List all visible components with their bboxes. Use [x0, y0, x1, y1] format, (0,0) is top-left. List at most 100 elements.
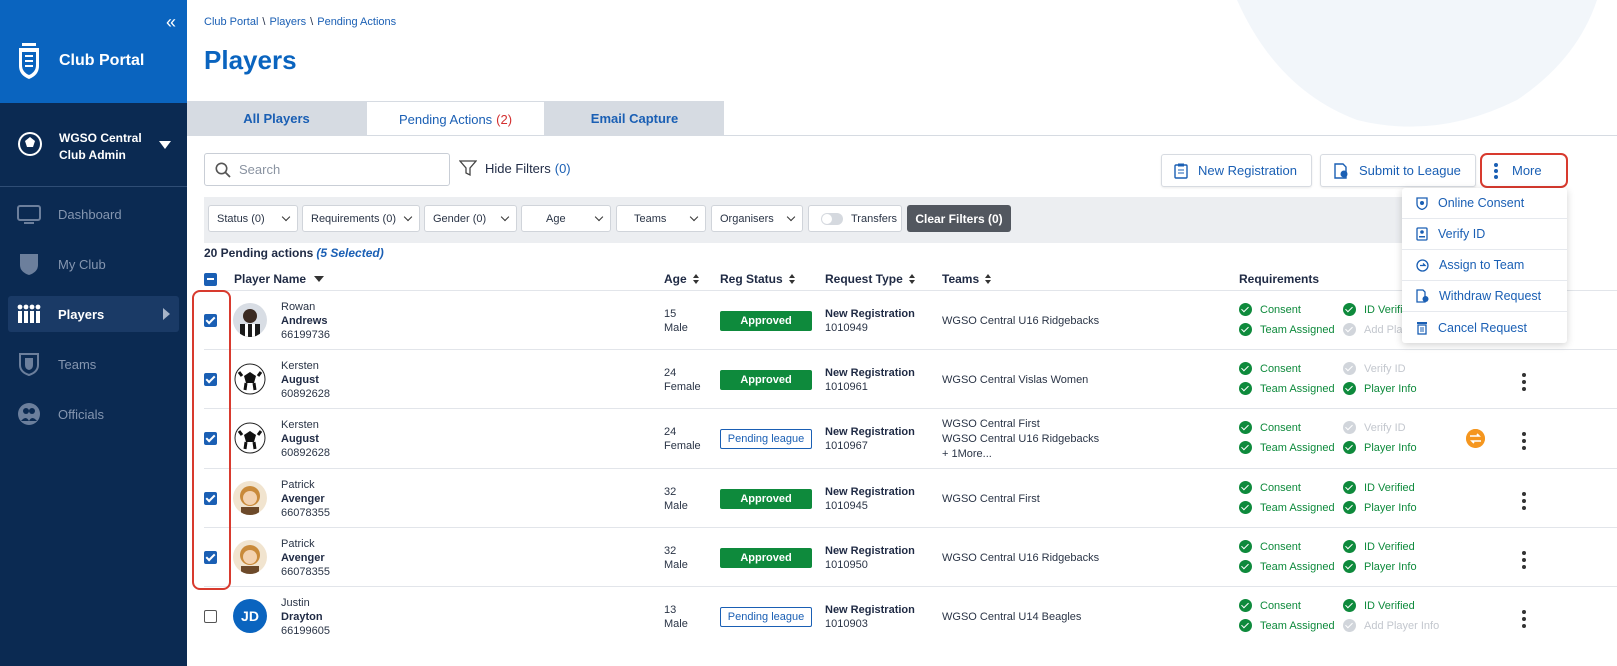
- row-actions-kebab-icon[interactable]: [1522, 549, 1526, 570]
- teams-shield-icon: [19, 353, 39, 376]
- player-id: 66199736: [281, 329, 330, 341]
- club-switcher[interactable]: WGSO Central Club Admin: [0, 103, 187, 187]
- transfers-toggle[interactable]: Transfers: [808, 205, 902, 232]
- table-row[interactable]: Patrick Avenger 66078355 32 Male Approved N…: [204, 468, 1617, 528]
- menu-item-verify-id[interactable]: Verify ID: [1402, 219, 1567, 250]
- avatar-initials: JD: [233, 599, 267, 633]
- last-name: Avenger: [281, 552, 325, 564]
- sort-icon: [985, 273, 992, 285]
- player-name[interactable]: Kersten August 60892628: [281, 418, 330, 460]
- new-registration-label: New Registration: [1198, 163, 1297, 178]
- sidebar-item-my-club[interactable]: My Club: [8, 246, 179, 282]
- tab-label: Pending Actions: [398, 111, 493, 127]
- row-actions-kebab-icon[interactable]: [1522, 490, 1526, 511]
- sidebar-item-teams[interactable]: Teams: [8, 346, 179, 382]
- toggle-switch[interactable]: [821, 212, 843, 225]
- tab-all-players[interactable]: All Players: [187, 101, 366, 136]
- check-circle-icon: [1343, 303, 1356, 316]
- search-input[interactable]: [239, 162, 429, 177]
- tab-label: All Players: [243, 111, 310, 126]
- column-request-type[interactable]: Request Type: [825, 272, 915, 286]
- requirement-label: Consent: [1260, 421, 1301, 434]
- column-teams[interactable]: Teams: [942, 272, 992, 286]
- submit-to-league-label: Submit to League: [1359, 163, 1461, 178]
- menu-item-assign-to-team[interactable]: Assign to Team: [1402, 250, 1567, 281]
- player-name[interactable]: Kersten August 60892628: [281, 359, 330, 401]
- row-actions-kebab-icon[interactable]: [1522, 608, 1526, 629]
- age-value: 32: [664, 545, 677, 557]
- menu-item-online-consent[interactable]: Online Consent: [1402, 188, 1567, 219]
- teams-cell: WGSO Central U16 Ridgebacks: [942, 314, 1099, 329]
- age-filter[interactable]: Age: [521, 205, 611, 232]
- filter-label: Teams: [634, 212, 667, 225]
- player-name[interactable]: Patrick Avenger 66078355: [281, 537, 330, 579]
- submit-to-league-button[interactable]: Submit to League: [1320, 154, 1476, 187]
- table-row[interactable]: Kersten August 60892628 24 Female Approved …: [204, 349, 1617, 409]
- menu-item-withdraw-request[interactable]: Withdraw Request: [1402, 281, 1567, 312]
- select-all-checkbox[interactable]: [204, 273, 217, 286]
- collapse-icon[interactable]: «: [166, 12, 176, 33]
- requirement-label: Verify ID: [1364, 362, 1406, 375]
- transfer-icon[interactable]: [1466, 429, 1485, 448]
- column-player-name[interactable]: Player Name: [234, 272, 325, 286]
- breadcrumb-item-pending-actions[interactable]: Pending Actions: [317, 16, 396, 28]
- player-name[interactable]: Patrick Avenger 66078355: [281, 478, 330, 520]
- teams-cell: WGSO Central U16 Ridgebacks: [942, 551, 1099, 566]
- table-row[interactable]: Patrick Avenger 66078355 32 Male Approved N…: [204, 527, 1617, 587]
- pending-count-text: 20 Pending actions: [204, 246, 314, 260]
- sidebar-item-officials[interactable]: Officials: [8, 396, 179, 432]
- teams-more-link[interactable]: + 1More...: [942, 447, 1099, 462]
- column-label: Teams: [942, 272, 980, 286]
- request-type: New Registration: [825, 367, 915, 379]
- chevron-down-icon[interactable]: [159, 141, 171, 149]
- search-box[interactable]: [204, 153, 450, 186]
- status-filter[interactable]: Status (0): [208, 205, 298, 232]
- chevron-right-icon: [163, 308, 170, 320]
- clear-filters-button[interactable]: Clear Filters (0): [907, 205, 1011, 232]
- hide-filters-button[interactable]: Hide Filters (0): [459, 159, 571, 177]
- requirement-label: Team Assigned: [1260, 382, 1335, 395]
- request-type-cell: New Registration 1010967: [825, 425, 915, 453]
- organisers-filter[interactable]: Organisers: [711, 205, 803, 232]
- breadcrumb-item-players[interactable]: Players: [269, 16, 306, 28]
- menu-item-cancel-request[interactable]: Cancel Request: [1402, 312, 1567, 343]
- gender-filter[interactable]: Gender (0): [424, 205, 517, 232]
- check-circle-icon: [1239, 382, 1252, 395]
- gender-value: Female: [664, 440, 701, 452]
- requirement-label: ID Verified: [1364, 481, 1415, 494]
- tab-pending-actions[interactable]: Pending Actions (2): [366, 101, 545, 136]
- check-circle-icon: [1343, 362, 1356, 375]
- column-age[interactable]: Age: [664, 272, 699, 286]
- breadcrumb-item-club-portal[interactable]: Club Portal: [204, 16, 258, 28]
- tab-email-capture[interactable]: Email Capture: [545, 101, 724, 136]
- teams-filter[interactable]: Teams: [616, 205, 706, 232]
- more-button[interactable]: More: [1480, 153, 1568, 188]
- request-type: New Registration: [825, 486, 915, 498]
- row-actions-kebab-icon[interactable]: [1522, 371, 1526, 392]
- check-circle-icon: [1239, 441, 1252, 454]
- requirements-filter[interactable]: Requirements (0): [302, 205, 420, 232]
- row-actions-kebab-icon[interactable]: [1522, 430, 1526, 451]
- table-row[interactable]: JD Justin Drayton 66199605 13 Male Pending …: [204, 586, 1617, 646]
- check-circle-icon: [1239, 362, 1252, 375]
- request-type-cell: New Registration 1010961: [825, 366, 915, 394]
- table-row[interactable]: Kersten August 60892628 24 Female Pending l…: [204, 408, 1617, 468]
- check-circle-icon: [1343, 421, 1356, 434]
- first-name: Patrick: [281, 479, 315, 491]
- player-name[interactable]: Justin Drayton 66199605: [281, 596, 330, 638]
- column-reg-status[interactable]: Reg Status: [720, 272, 795, 286]
- row-checkbox[interactable]: [204, 610, 217, 623]
- new-registration-button[interactable]: New Registration: [1161, 154, 1312, 187]
- age-value: 15: [664, 308, 677, 320]
- request-type-cell: New Registration 1010950: [825, 544, 915, 572]
- check-circle-icon: [1239, 599, 1252, 612]
- filter-label: Gender (0): [433, 212, 487, 225]
- menu-item-label: Online Consent: [1438, 196, 1525, 210]
- avatar: [233, 540, 267, 574]
- more-menu: Online Consent Verify ID Assign to Team …: [1402, 188, 1567, 343]
- sidebar-item-dashboard[interactable]: Dashboard: [8, 196, 179, 232]
- player-name[interactable]: Rowan Andrews 66199736: [281, 300, 330, 342]
- age-cell: 15 Male: [664, 307, 688, 335]
- check-circle-icon: [1239, 501, 1252, 514]
- sidebar-item-players[interactable]: Players: [8, 296, 179, 332]
